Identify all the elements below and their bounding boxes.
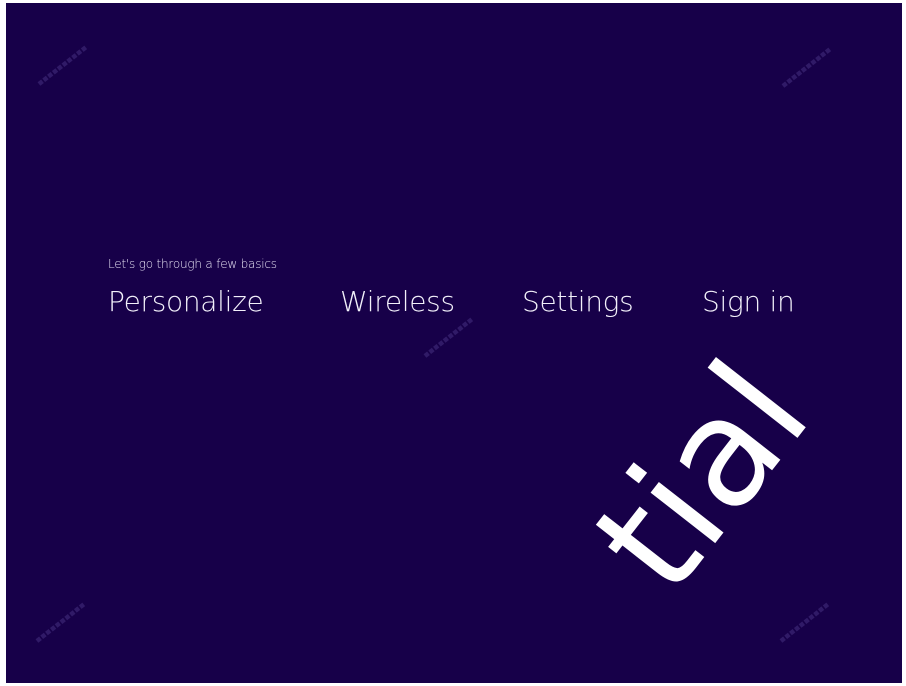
watermark-mark: ▪▪▪▪▪▪▪▪▪▪ bbox=[777, 600, 832, 646]
watermark-mark: ▪▪▪▪▪▪▪▪▪▪ bbox=[33, 600, 88, 646]
step-wireless: Wireless bbox=[340, 285, 455, 318]
setup-steps: Personalize Wireless Settings Sign in bbox=[6, 285, 902, 329]
watermark-mark: ▪▪▪▪▪▪▪▪▪▪ bbox=[779, 45, 834, 91]
setup-subtitle: Let's go through a few basics bbox=[108, 257, 277, 271]
watermark-mark: ▪▪▪▪▪▪▪▪▪▪ bbox=[35, 43, 90, 89]
step-personalize: Personalize bbox=[108, 285, 264, 318]
step-settings: Settings bbox=[522, 285, 634, 318]
setup-screen: ▪▪▪▪▪▪▪▪▪▪ ▪▪▪▪▪▪▪▪▪▪ ▪▪▪▪▪▪▪▪▪▪ ▪▪▪▪▪▪▪… bbox=[6, 3, 902, 683]
confidential-watermark: tial bbox=[561, 331, 843, 623]
step-sign-in: Sign in bbox=[702, 285, 795, 318]
